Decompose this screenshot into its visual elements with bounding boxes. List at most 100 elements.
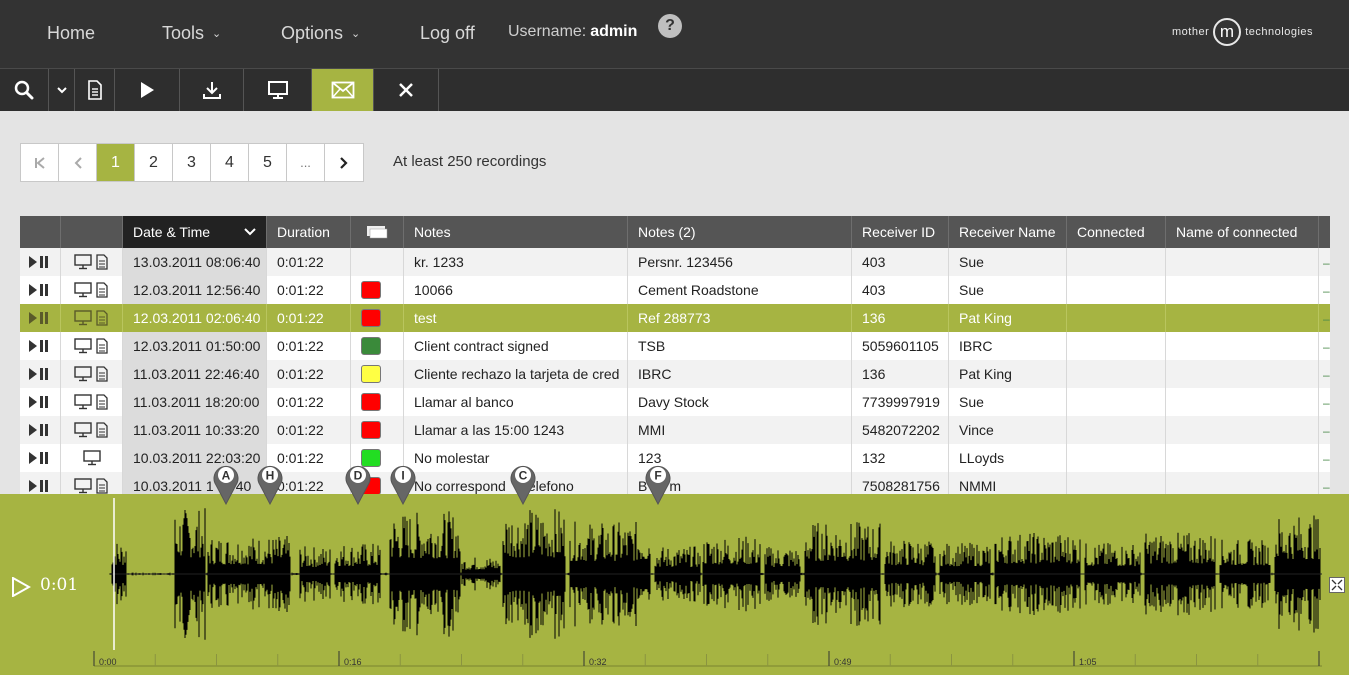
row-play-pause[interactable] [20,388,61,416]
row-play-pause[interactable] [20,444,61,472]
row-play-pause[interactable] [20,304,61,332]
play-pause-icon[interactable] [28,395,50,409]
first-page-button[interactable] [21,144,59,181]
row-media-icons [61,332,123,360]
page-5[interactable]: 5 [249,144,287,181]
waveform[interactable] [0,494,1349,675]
waveform-marker-a[interactable]: A [212,461,240,505]
waveform-marker-f[interactable]: F [644,461,672,505]
next-page-button[interactable] [325,144,363,181]
waveform-marker-h[interactable]: H [256,461,284,505]
table-row[interactable]: 11.03.2011 22:46:400:01:22Cliente rechaz… [20,360,1330,388]
row-play-pause[interactable] [20,416,61,444]
document-button[interactable] [75,69,115,111]
row-play-pause[interactable] [20,276,61,304]
monitor-icon[interactable] [74,338,92,354]
play-icon[interactable] [11,577,31,597]
row-play-pause[interactable] [20,248,61,276]
document-icon[interactable] [95,366,109,382]
play-pause-icon[interactable] [28,283,50,297]
row-play-pause[interactable] [20,360,61,388]
monitor-icon[interactable] [74,310,92,326]
play-button[interactable] [115,69,180,111]
header-receiver-name[interactable]: Receiver Name [949,216,1067,248]
row-receiver-id: 7739997919 [852,388,949,416]
screen-button[interactable] [244,69,312,111]
waveform-player[interactable] [0,494,1349,675]
document-icon[interactable] [95,338,109,354]
nav-logoff[interactable]: Log off [420,23,475,44]
table-row[interactable]: 11.03.2011 18:20:000:01:22Llamar al banc… [20,388,1330,416]
table-row[interactable]: 11.03.2011 10:33:200:01:22Llamar a las 1… [20,416,1330,444]
document-icon[interactable] [95,394,109,410]
document-icon[interactable] [95,422,109,438]
monitor-icon[interactable] [83,450,101,466]
close-button[interactable] [374,69,439,111]
page-ellipsis[interactable]: ... [287,144,325,181]
nav-tools[interactable]: Tools⌄ [162,23,221,44]
play-pause-icon[interactable] [28,311,50,325]
play-pause-icon[interactable] [28,423,50,437]
document-icon[interactable] [95,282,109,298]
logo-text-left: mother [1172,26,1209,38]
header-receiver-id[interactable]: Receiver ID [852,216,949,248]
header-notes-2[interactable]: Notes (2) [628,216,852,248]
row-connected [1067,304,1166,332]
monitor-icon[interactable] [74,366,92,382]
play-pause-icon[interactable] [28,367,50,381]
table-row[interactable]: 12.03.2011 02:06:400:01:22testRef 288773… [20,304,1330,332]
monitor-icon[interactable] [74,394,92,410]
waveform-marker-i[interactable]: I [389,461,417,505]
page-3[interactable]: 3 [173,144,211,181]
status-color-swatch[interactable] [361,281,381,299]
search-button[interactable] [0,69,49,111]
document-icon[interactable] [95,254,109,270]
table-row[interactable]: 12.03.2011 01:50:000:01:22Client contrac… [20,332,1330,360]
nav-options[interactable]: Options⌄ [281,23,360,44]
header-duration[interactable]: Duration [267,216,351,248]
status-color-swatch[interactable] [361,337,381,355]
row-play-pause[interactable] [20,332,61,360]
play-pause-icon[interactable] [28,479,50,493]
status-color-swatch[interactable] [361,309,381,327]
row-status [351,276,404,304]
status-color-swatch[interactable] [361,365,381,383]
row-receiver-id: 5059601105 [852,332,949,360]
play-pause-icon[interactable] [28,255,50,269]
document-icon[interactable] [95,478,109,494]
prev-page-button[interactable] [59,144,97,181]
recordings-table: Date & Time Duration Notes Notes (2) Rec… [20,216,1330,500]
row-duration: 0:01:22 [267,248,351,276]
header-date-time[interactable]: Date & Time [123,216,267,248]
waveform-marker-c[interactable]: C [509,461,537,505]
email-button[interactable] [312,69,374,111]
help-icon[interactable]: ? [658,14,682,38]
monitor-icon[interactable] [74,422,92,438]
search-options-button[interactable] [49,69,75,111]
monitor-icon[interactable] [74,282,92,298]
monitor-icon[interactable] [74,478,92,494]
nav-home[interactable]: Home [47,23,95,44]
page-1[interactable]: 1 [97,144,135,181]
download-button[interactable] [180,69,244,111]
page-4[interactable]: 4 [211,144,249,181]
row-receiver-name: LLoyds [949,444,1067,472]
status-color-swatch[interactable] [361,421,381,439]
header-name-of-connected[interactable]: Name of connected [1166,216,1319,248]
table-row[interactable]: 12.03.2011 12:56:400:01:2210066Cement Ro… [20,276,1330,304]
row-receiver-id: 5482072202 [852,416,949,444]
row-overflow-dash-icon: – [1323,424,1330,438]
monitor-icon[interactable] [74,254,92,270]
header-connected[interactable]: Connected [1067,216,1166,248]
waveform-marker-d[interactable]: D [344,461,372,505]
header-notes[interactable]: Notes [404,216,628,248]
status-color-swatch[interactable] [361,393,381,411]
fit-zoom-icon[interactable] [1329,577,1345,593]
row-notes: kr. 1233 [404,248,628,276]
document-icon[interactable] [95,310,109,326]
page-2[interactable]: 2 [135,144,173,181]
table-row[interactable]: 13.03.2011 08:06:400:01:22kr. 1233Persnr… [20,248,1330,276]
play-pause-icon[interactable] [28,451,50,465]
play-pause-icon[interactable] [28,339,50,353]
header-status[interactable] [351,216,404,248]
